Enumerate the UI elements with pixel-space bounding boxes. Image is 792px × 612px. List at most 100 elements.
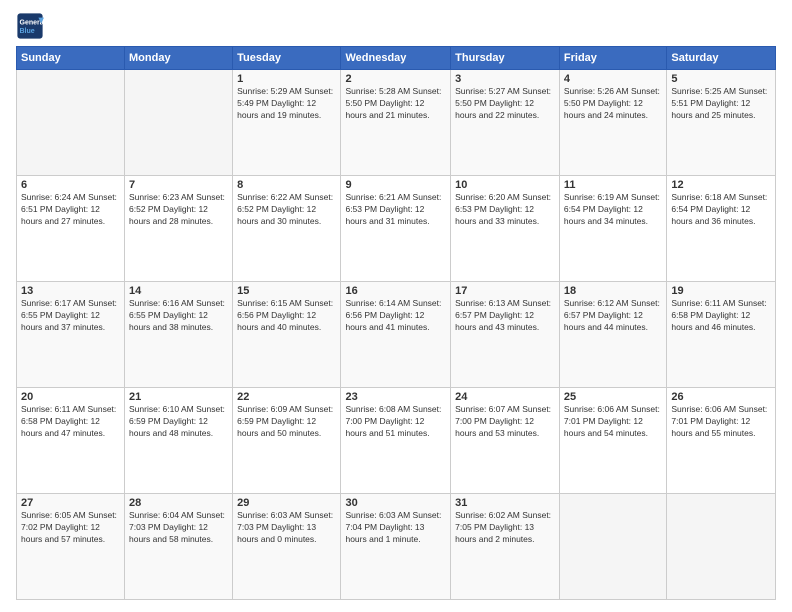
header-monday: Monday — [125, 47, 233, 70]
header-row: SundayMondayTuesdayWednesdayThursdayFrid… — [17, 47, 776, 70]
day-cell: 10Sunrise: 6:20 AM Sunset: 6:53 PM Dayli… — [451, 176, 560, 282]
day-cell: 19Sunrise: 6:11 AM Sunset: 6:58 PM Dayli… — [667, 282, 776, 388]
day-info: Sunrise: 6:18 AM Sunset: 6:54 PM Dayligh… — [671, 192, 771, 228]
week-row-4: 20Sunrise: 6:11 AM Sunset: 6:58 PM Dayli… — [17, 388, 776, 494]
header-thursday: Thursday — [451, 47, 560, 70]
day-number: 22 — [237, 391, 336, 403]
day-cell: 21Sunrise: 6:10 AM Sunset: 6:59 PM Dayli… — [125, 388, 233, 494]
day-info: Sunrise: 6:02 AM Sunset: 7:05 PM Dayligh… — [455, 510, 555, 546]
day-number: 11 — [564, 179, 662, 191]
day-info: Sunrise: 6:16 AM Sunset: 6:55 PM Dayligh… — [129, 298, 228, 334]
day-info: Sunrise: 5:29 AM Sunset: 5:49 PM Dayligh… — [237, 86, 336, 122]
week-row-5: 27Sunrise: 6:05 AM Sunset: 7:02 PM Dayli… — [17, 494, 776, 600]
day-number: 20 — [21, 391, 120, 403]
day-cell — [559, 494, 666, 600]
day-cell: 27Sunrise: 6:05 AM Sunset: 7:02 PM Dayli… — [17, 494, 125, 600]
day-info: Sunrise: 6:19 AM Sunset: 6:54 PM Dayligh… — [564, 192, 662, 228]
day-cell — [667, 494, 776, 600]
day-cell: 3Sunrise: 5:27 AM Sunset: 5:50 PM Daylig… — [451, 70, 560, 176]
day-number: 21 — [129, 391, 228, 403]
day-number: 10 — [455, 179, 555, 191]
day-cell — [125, 70, 233, 176]
day-info: Sunrise: 6:14 AM Sunset: 6:56 PM Dayligh… — [345, 298, 446, 334]
day-cell: 18Sunrise: 6:12 AM Sunset: 6:57 PM Dayli… — [559, 282, 666, 388]
day-info: Sunrise: 6:12 AM Sunset: 6:57 PM Dayligh… — [564, 298, 662, 334]
header-sunday: Sunday — [17, 47, 125, 70]
header-tuesday: Tuesday — [233, 47, 341, 70]
day-number: 7 — [129, 179, 228, 191]
day-number: 3 — [455, 73, 555, 85]
week-row-2: 6Sunrise: 6:24 AM Sunset: 6:51 PM Daylig… — [17, 176, 776, 282]
day-cell: 2Sunrise: 5:28 AM Sunset: 5:50 PM Daylig… — [341, 70, 451, 176]
day-info: Sunrise: 5:27 AM Sunset: 5:50 PM Dayligh… — [455, 86, 555, 122]
day-info: Sunrise: 6:20 AM Sunset: 6:53 PM Dayligh… — [455, 192, 555, 228]
day-number: 29 — [237, 497, 336, 509]
day-number: 5 — [671, 73, 771, 85]
day-number: 26 — [671, 391, 771, 403]
day-cell: 12Sunrise: 6:18 AM Sunset: 6:54 PM Dayli… — [667, 176, 776, 282]
header-saturday: Saturday — [667, 47, 776, 70]
day-cell: 7Sunrise: 6:23 AM Sunset: 6:52 PM Daylig… — [125, 176, 233, 282]
week-row-3: 13Sunrise: 6:17 AM Sunset: 6:55 PM Dayli… — [17, 282, 776, 388]
day-info: Sunrise: 6:04 AM Sunset: 7:03 PM Dayligh… — [129, 510, 228, 546]
day-number: 1 — [237, 73, 336, 85]
logo: General Blue — [16, 12, 48, 40]
day-cell: 5Sunrise: 5:25 AM Sunset: 5:51 PM Daylig… — [667, 70, 776, 176]
day-info: Sunrise: 6:03 AM Sunset: 7:03 PM Dayligh… — [237, 510, 336, 546]
day-info: Sunrise: 6:08 AM Sunset: 7:00 PM Dayligh… — [345, 404, 446, 440]
day-number: 18 — [564, 285, 662, 297]
day-number: 8 — [237, 179, 336, 191]
day-info: Sunrise: 6:11 AM Sunset: 6:58 PM Dayligh… — [21, 404, 120, 440]
day-cell: 11Sunrise: 6:19 AM Sunset: 6:54 PM Dayli… — [559, 176, 666, 282]
day-info: Sunrise: 6:07 AM Sunset: 7:00 PM Dayligh… — [455, 404, 555, 440]
calendar: SundayMondayTuesdayWednesdayThursdayFrid… — [16, 46, 776, 600]
day-info: Sunrise: 6:03 AM Sunset: 7:04 PM Dayligh… — [345, 510, 446, 546]
day-number: 30 — [345, 497, 446, 509]
svg-text:Blue: Blue — [20, 28, 35, 35]
page: General Blue SundayMondayTuesdayWednesda… — [0, 0, 792, 612]
day-number: 31 — [455, 497, 555, 509]
day-info: Sunrise: 6:06 AM Sunset: 7:01 PM Dayligh… — [671, 404, 771, 440]
day-cell — [17, 70, 125, 176]
day-cell: 28Sunrise: 6:04 AM Sunset: 7:03 PM Dayli… — [125, 494, 233, 600]
day-cell: 9Sunrise: 6:21 AM Sunset: 6:53 PM Daylig… — [341, 176, 451, 282]
day-cell: 23Sunrise: 6:08 AM Sunset: 7:00 PM Dayli… — [341, 388, 451, 494]
day-number: 2 — [345, 73, 446, 85]
day-number: 16 — [345, 285, 446, 297]
day-number: 23 — [345, 391, 446, 403]
day-info: Sunrise: 6:13 AM Sunset: 6:57 PM Dayligh… — [455, 298, 555, 334]
day-number: 17 — [455, 285, 555, 297]
day-cell: 25Sunrise: 6:06 AM Sunset: 7:01 PM Dayli… — [559, 388, 666, 494]
day-info: Sunrise: 6:06 AM Sunset: 7:01 PM Dayligh… — [564, 404, 662, 440]
day-cell: 24Sunrise: 6:07 AM Sunset: 7:00 PM Dayli… — [451, 388, 560, 494]
day-info: Sunrise: 6:21 AM Sunset: 6:53 PM Dayligh… — [345, 192, 446, 228]
day-info: Sunrise: 6:23 AM Sunset: 6:52 PM Dayligh… — [129, 192, 228, 228]
day-cell: 17Sunrise: 6:13 AM Sunset: 6:57 PM Dayli… — [451, 282, 560, 388]
day-cell: 6Sunrise: 6:24 AM Sunset: 6:51 PM Daylig… — [17, 176, 125, 282]
day-number: 28 — [129, 497, 228, 509]
day-info: Sunrise: 6:22 AM Sunset: 6:52 PM Dayligh… — [237, 192, 336, 228]
day-info: Sunrise: 6:05 AM Sunset: 7:02 PM Dayligh… — [21, 510, 120, 546]
day-number: 27 — [21, 497, 120, 509]
day-cell: 4Sunrise: 5:26 AM Sunset: 5:50 PM Daylig… — [559, 70, 666, 176]
day-info: Sunrise: 5:26 AM Sunset: 5:50 PM Dayligh… — [564, 86, 662, 122]
day-info: Sunrise: 6:10 AM Sunset: 6:59 PM Dayligh… — [129, 404, 228, 440]
day-number: 12 — [671, 179, 771, 191]
day-cell: 22Sunrise: 6:09 AM Sunset: 6:59 PM Dayli… — [233, 388, 341, 494]
day-number: 25 — [564, 391, 662, 403]
day-cell: 14Sunrise: 6:16 AM Sunset: 6:55 PM Dayli… — [125, 282, 233, 388]
day-cell: 1Sunrise: 5:29 AM Sunset: 5:49 PM Daylig… — [233, 70, 341, 176]
day-cell: 31Sunrise: 6:02 AM Sunset: 7:05 PM Dayli… — [451, 494, 560, 600]
week-row-1: 1Sunrise: 5:29 AM Sunset: 5:49 PM Daylig… — [17, 70, 776, 176]
day-number: 9 — [345, 179, 446, 191]
day-number: 15 — [237, 285, 336, 297]
day-cell: 29Sunrise: 6:03 AM Sunset: 7:03 PM Dayli… — [233, 494, 341, 600]
day-info: Sunrise: 5:25 AM Sunset: 5:51 PM Dayligh… — [671, 86, 771, 122]
day-number: 19 — [671, 285, 771, 297]
logo-icon: General Blue — [16, 12, 44, 40]
day-cell: 15Sunrise: 6:15 AM Sunset: 6:56 PM Dayli… — [233, 282, 341, 388]
day-info: Sunrise: 6:09 AM Sunset: 6:59 PM Dayligh… — [237, 404, 336, 440]
day-number: 24 — [455, 391, 555, 403]
day-cell: 26Sunrise: 6:06 AM Sunset: 7:01 PM Dayli… — [667, 388, 776, 494]
day-number: 13 — [21, 285, 120, 297]
